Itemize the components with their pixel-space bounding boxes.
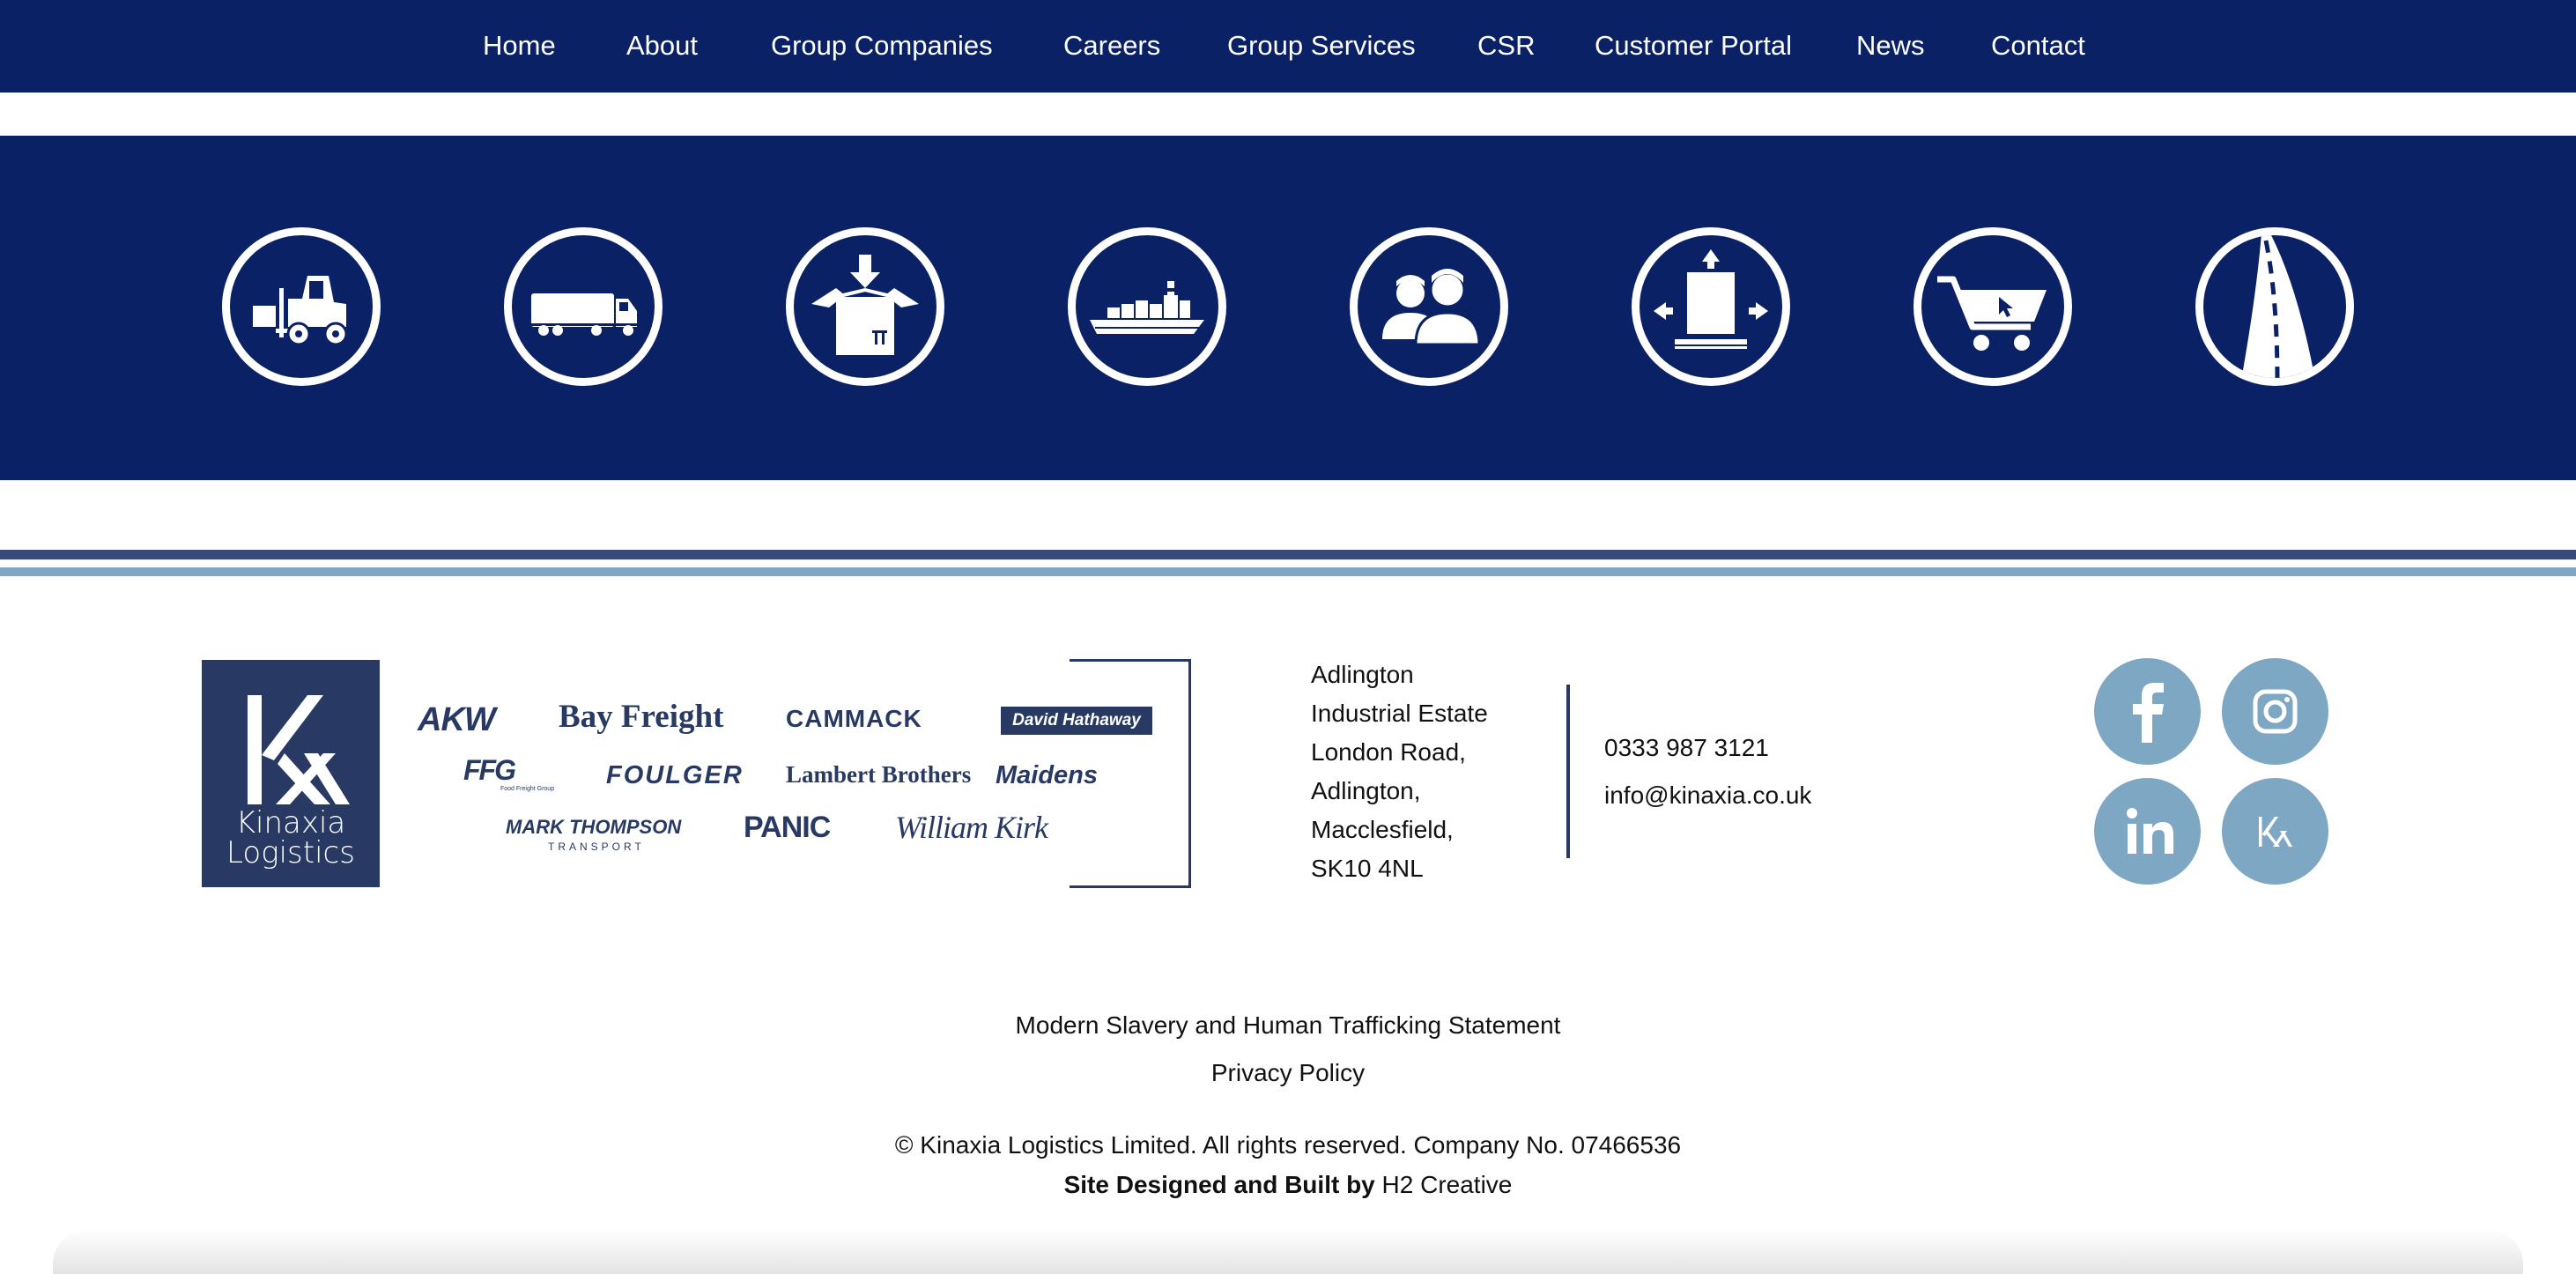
kinaxia-icon[interactable] — [2222, 778, 2328, 885]
people-icon[interactable] — [1350, 227, 1508, 386]
footer-divider-dark — [0, 550, 2576, 559]
road-icon[interactable] — [2195, 227, 2354, 386]
nav-item-contact[interactable]: Contact — [1991, 27, 2085, 64]
brand-lambert-brothers[interactable]: Lambert Brothers — [786, 761, 971, 789]
brand-ffg-tagline: Food Freight Group — [500, 786, 555, 792]
group-brand-logos: AKW Bay Freight CAMMACK David Hathaway F… — [405, 657, 1191, 890]
address-line: Macclesfield, — [1311, 816, 1454, 843]
footer-divider-light — [0, 567, 2576, 576]
box-icon[interactable] — [786, 227, 944, 386]
address-line: London Road, — [1311, 738, 1466, 766]
nav-item-customer-portal[interactable]: Customer Portal — [1595, 27, 1792, 64]
brand-bay-freight[interactable]: Bay Freight — [559, 698, 723, 736]
linkedin-icon[interactable] — [2094, 778, 2201, 885]
services-icon-band — [0, 136, 2576, 480]
truck-icon[interactable] — [504, 227, 663, 386]
kinaxia-logo[interactable]: Kinaxia Logistics — [202, 660, 380, 887]
address-line: SK10 4NL — [1311, 855, 1424, 882]
cargo-ship-icon[interactable] — [1068, 227, 1226, 386]
nav-item-about[interactable]: About — [626, 27, 698, 64]
instagram-icon[interactable] — [2222, 658, 2328, 765]
h2-creative-link[interactable]: H2 Creative — [1382, 1171, 1513, 1198]
kx-monogram-icon — [248, 695, 350, 804]
address-line: Adlington — [1311, 661, 1414, 688]
nav-item-news[interactable]: News — [1856, 27, 1925, 64]
top-navigation: Home About Group Companies Careers Group… — [0, 0, 2576, 93]
copyright-text: © Kinaxia Logistics Limited. All rights … — [894, 1131, 1682, 1159]
forklift-icon[interactable] — [222, 227, 381, 386]
brand-david-hathaway[interactable]: David Hathaway — [1001, 707, 1152, 735]
pallet-icon[interactable] — [1632, 227, 1790, 386]
contact-details: 0333 987 3121 info@kinaxia.co.uk — [1604, 724, 1811, 819]
phone-link[interactable]: 0333 987 3121 — [1604, 724, 1811, 772]
company-address: Adlington Industrial Estate London Road,… — [1311, 656, 1531, 888]
nav-item-group-services[interactable]: Group Services — [1227, 27, 1416, 64]
email-link[interactable]: info@kinaxia.co.uk — [1604, 772, 1811, 819]
page-bottom-shadow — [53, 1229, 2523, 1274]
brand-akw[interactable]: AKW — [418, 701, 496, 739]
address-line: Adlington, — [1311, 777, 1421, 804]
site-credit: Site Designed and Built by H2 Creative — [0, 1167, 2576, 1203]
brand-maidens[interactable]: Maidens — [996, 761, 1098, 790]
nav-item-csr[interactable]: CSR — [1477, 27, 1535, 64]
contact-divider — [1566, 685, 1570, 858]
brand-foulger[interactable]: FOULGER — [606, 761, 744, 790]
nav-item-group-companies[interactable]: Group Companies — [771, 27, 993, 64]
legal-line-modern-slavery: Modern Slavery and Human Trafficking Sta… — [0, 1008, 2576, 1043]
brand-panic[interactable]: PANIC — [744, 811, 831, 845]
facebook-icon[interactable] — [2094, 658, 2201, 765]
credit-prefix: Site Designed and Built by — [1063, 1171, 1375, 1198]
brand-mark-thompson[interactable]: MARK THOMPSON — [506, 816, 681, 839]
legal-line-privacy: Privacy Policy — [0, 1055, 2576, 1091]
nav-menu: Home About Group Companies Careers Group… — [0, 0, 2576, 93]
nav-item-home[interactable]: Home — [483, 27, 556, 64]
brand-ffg[interactable]: FFG — [463, 754, 516, 787]
brand-mark-thompson-tagline: TRANSPORT — [548, 841, 645, 853]
modern-slavery-link[interactable]: Modern Slavery and Human Trafficking Sta… — [1016, 1011, 1561, 1039]
shopping-cart-icon[interactable] — [1913, 227, 2072, 386]
address-line: Industrial Estate — [1311, 700, 1488, 727]
logo-word-kinaxia: Kinaxia — [235, 805, 346, 841]
privacy-policy-link[interactable]: Privacy Policy — [1211, 1059, 1365, 1086]
logo-word-logistics: Logistics — [226, 835, 355, 870]
brand-cammack[interactable]: CAMMACK — [786, 705, 922, 733]
nav-item-careers[interactable]: Careers — [1063, 27, 1160, 64]
brand-william-kirk[interactable]: William Kirk — [895, 809, 1048, 846]
